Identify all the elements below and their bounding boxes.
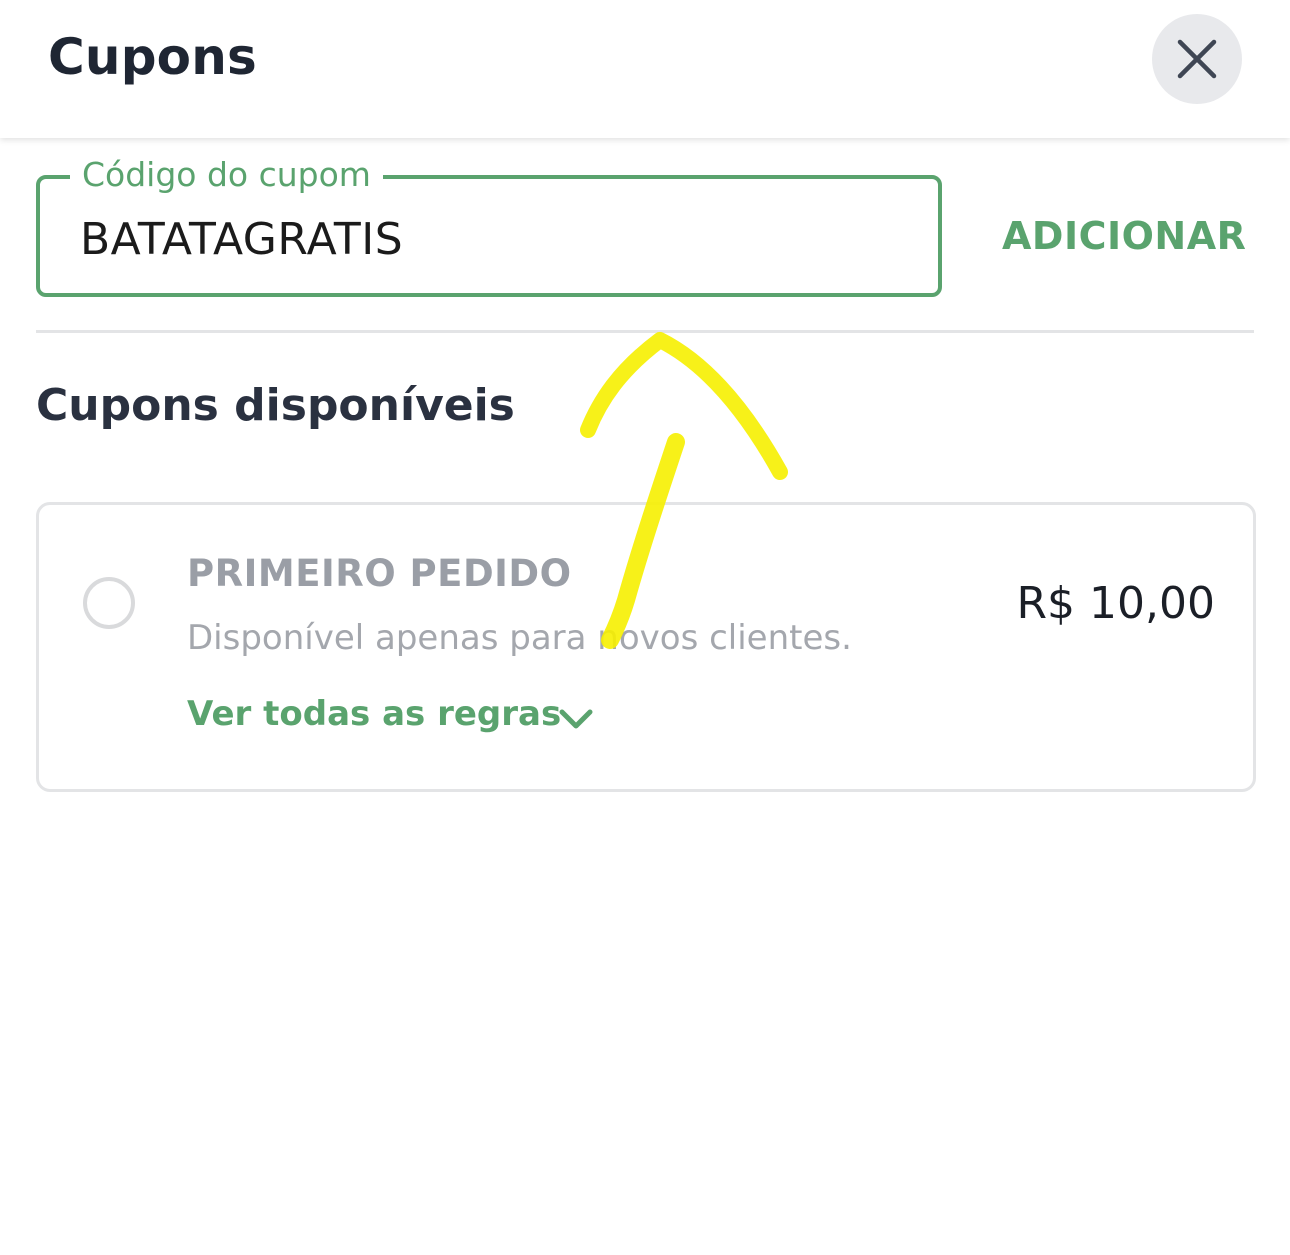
add-coupon-button[interactable]: ADICIONAR <box>1002 212 1246 260</box>
coupon-code-label: Código do cupom <box>70 155 383 195</box>
header: Cupons <box>0 0 1290 138</box>
divider <box>36 330 1254 333</box>
close-button[interactable] <box>1152 14 1242 104</box>
chevron-down-icon[interactable] <box>557 701 595 739</box>
coupon-description: Disponível apenas para novos clientes. <box>187 618 852 658</box>
coupon-card[interactable]: PRIMEIRO PEDIDO Disponível apenas para n… <box>36 502 1256 792</box>
coupon-name: PRIMEIRO PEDIDO <box>187 552 572 595</box>
available-coupons-title: Cupons disponíveis <box>36 380 515 431</box>
coupon-value: R$ 10,00 <box>1016 578 1215 629</box>
coupons-screen: Cupons Código do cupom ADICIONAR Cupons … <box>0 0 1290 1255</box>
close-icon <box>1177 39 1217 79</box>
coupon-code-field[interactable]: Código do cupom <box>36 155 942 297</box>
coupon-code-input[interactable] <box>80 211 900 267</box>
coupon-radio[interactable] <box>83 577 135 629</box>
view-rules-link[interactable]: Ver todas as regras <box>187 691 561 737</box>
page-title: Cupons <box>48 28 257 86</box>
